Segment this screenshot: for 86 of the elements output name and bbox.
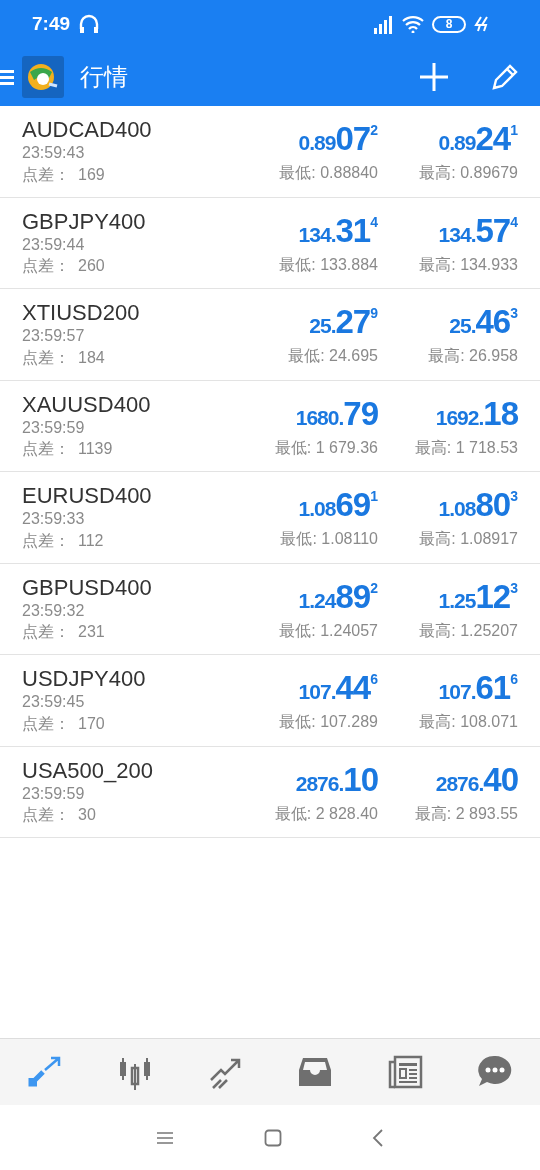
quote-time: 23:59:45	[22, 692, 86, 713]
status-time: 7:49	[32, 11, 71, 36]
symbol-name: GBPUSD400	[22, 575, 153, 600]
spread-label: 点差：	[22, 805, 70, 826]
price-quote: 2876.10	[295, 762, 378, 796]
quote-time: 23:59:59	[22, 783, 86, 804]
low-price: 最低: 107.289	[278, 712, 378, 732]
symbol-name: XTIUSD200	[22, 301, 141, 326]
symbol-name: EURUSD400	[22, 484, 153, 509]
spread-value: 112	[78, 530, 104, 551]
price-quote: 134.31$^{4}$	[298, 213, 378, 247]
spread-value: 30	[78, 805, 96, 826]
price-quote: 1.0880$^{3}$	[438, 488, 518, 521]
low-price: 最低: 0.88840	[278, 163, 378, 183]
home-icon[interactable]	[264, 1128, 282, 1147]
high-price: 最高: 1.08917	[418, 529, 518, 549]
quote-time: 23:59:43	[22, 143, 86, 164]
spread-label: 点差：	[22, 530, 70, 551]
quote-row[interactable]: GBPUSD400 23:59:32 点差： 231 1.2489$^{2}$ 最低: 1.24057 1.2512$^{3}$ 最高: 1.25207	[0, 563, 540, 655]
quote-row[interactable]: XTIUSD200 23:59:57 点差： 184 25.27$^{9}$ 最低: 24.695 25.46$^{3}$ 最高: 26.958	[0, 289, 540, 381]
headphones-icon	[78, 13, 101, 35]
low-price: 最低: 1 679.36	[273, 437, 378, 458]
high-price: 最高: 134.933	[418, 254, 518, 275]
high-price: 最高: 1.25207	[418, 620, 518, 641]
charging-icon	[474, 16, 490, 32]
app-logo-icon	[22, 56, 64, 98]
edit-button[interactable]	[490, 62, 520, 92]
low-price: 最低: 24.695	[287, 346, 378, 366]
symbol-name: GBPJPY400	[22, 209, 147, 234]
quote-row[interactable]: EURUSD400 23:59:33 点差： 112 1.0869$^{1}$ 最低: 1.08110 1.0880$^{3}$ 最高: 1.08917	[0, 472, 540, 564]
spread-value: 231	[78, 622, 105, 643]
low-price: 最低: 133.884	[278, 254, 378, 275]
low-price: 最低: 1.08110	[279, 529, 378, 549]
quote-row[interactable]: USA500_200 23:59:59 点差： 30 2876.10 最低: 2 828.40 2876.40 最高: 2 893.55	[0, 746, 540, 838]
quote-time: 23:59:57	[22, 326, 86, 347]
price-quote: 1680.79	[295, 396, 378, 430]
recent-apps-icon[interactable]	[156, 1130, 174, 1145]
price-quote: 134.57$^{4}$	[438, 213, 518, 247]
spread-label: 点差：	[22, 347, 70, 368]
quote-time: 23:59:59	[22, 417, 86, 438]
price-quote: 2876.40	[435, 762, 518, 796]
high-price: 最高: 108.071	[418, 712, 518, 732]
back-icon[interactable]	[372, 1128, 384, 1147]
quote-row[interactable]: USDJPY400 23:59:45 点差： 170 107.44$^{6}$ 最低: 107.289 107.61$^{6}$ 最高: 108.071	[0, 655, 540, 747]
spread-value: 169	[78, 164, 105, 185]
symbol-name: XAUUSD400	[22, 392, 152, 417]
price-quote: 1.2512$^{3}$	[438, 579, 518, 613]
price-quote: 25.46$^{3}$	[449, 305, 518, 338]
spread-label: 点差：	[22, 622, 70, 643]
price-quote: 0.8924$^{1}$	[438, 122, 518, 155]
quote-row[interactable]: GBPJPY400 23:59:44 点差： 260 134.31$^{4}$ 最低: 133.884 134.57$^{4}$ 最高: 134.933	[0, 197, 540, 289]
price-quote: 1692.18	[435, 396, 518, 430]
low-price: 最低: 2 828.40	[273, 803, 378, 824]
battery-indicator: 8	[432, 15, 466, 33]
spread-value: 170	[78, 713, 105, 734]
quote-row[interactable]: AUDCAD400 23:59:43 点差： 169 0.8907$^{2}$ 最低: 0.88840 0.8924$^{1}$ 最高: 0.89679	[0, 106, 540, 198]
menu-icon[interactable]	[0, 68, 14, 86]
spread-label: 点差：	[22, 439, 70, 460]
quote-row[interactable]: XAUUSD400 23:59:59 点差： 1139 1680.79 最低: 1 679.36 1692.18 最高: 1 718.53	[0, 380, 540, 472]
spread-label: 点差：	[22, 164, 70, 185]
quote-time: 23:59:32	[22, 600, 86, 621]
symbol-name: USDJPY400	[22, 667, 147, 692]
price-quote: 107.61$^{6}$	[438, 671, 518, 704]
price-quote: 0.8907$^{2}$	[298, 122, 378, 155]
price-quote: 25.27$^{9}$	[309, 305, 378, 338]
screen-title: 行情	[80, 62, 128, 92]
quote-time: 23:59:44	[22, 234, 86, 255]
spread-value: 1139	[78, 439, 113, 460]
spread-value: 260	[78, 256, 105, 277]
quote-time: 23:59:33	[22, 509, 86, 530]
add-button[interactable]	[418, 61, 450, 93]
high-price: 最高: 0.89679	[418, 163, 518, 183]
symbol-name: USA500_200	[22, 758, 154, 783]
high-price: 最高: 26.958	[427, 346, 518, 366]
price-quote: 107.44$^{6}$	[298, 671, 378, 704]
symbol-name: AUDCAD400	[22, 118, 153, 143]
high-price: 最高: 2 893.55	[413, 803, 518, 824]
high-price: 最高: 1 718.53	[413, 437, 518, 458]
wifi-icon	[402, 15, 424, 33]
spread-label: 点差：	[22, 256, 70, 277]
price-quote: 1.0869$^{1}$	[298, 488, 378, 521]
price-quote: 1.2489$^{2}$	[298, 579, 378, 613]
signal-icon	[372, 14, 394, 34]
spread-value: 184	[78, 347, 105, 368]
spread-label: 点差：	[22, 713, 70, 734]
low-price: 最低: 1.24057	[278, 620, 378, 641]
